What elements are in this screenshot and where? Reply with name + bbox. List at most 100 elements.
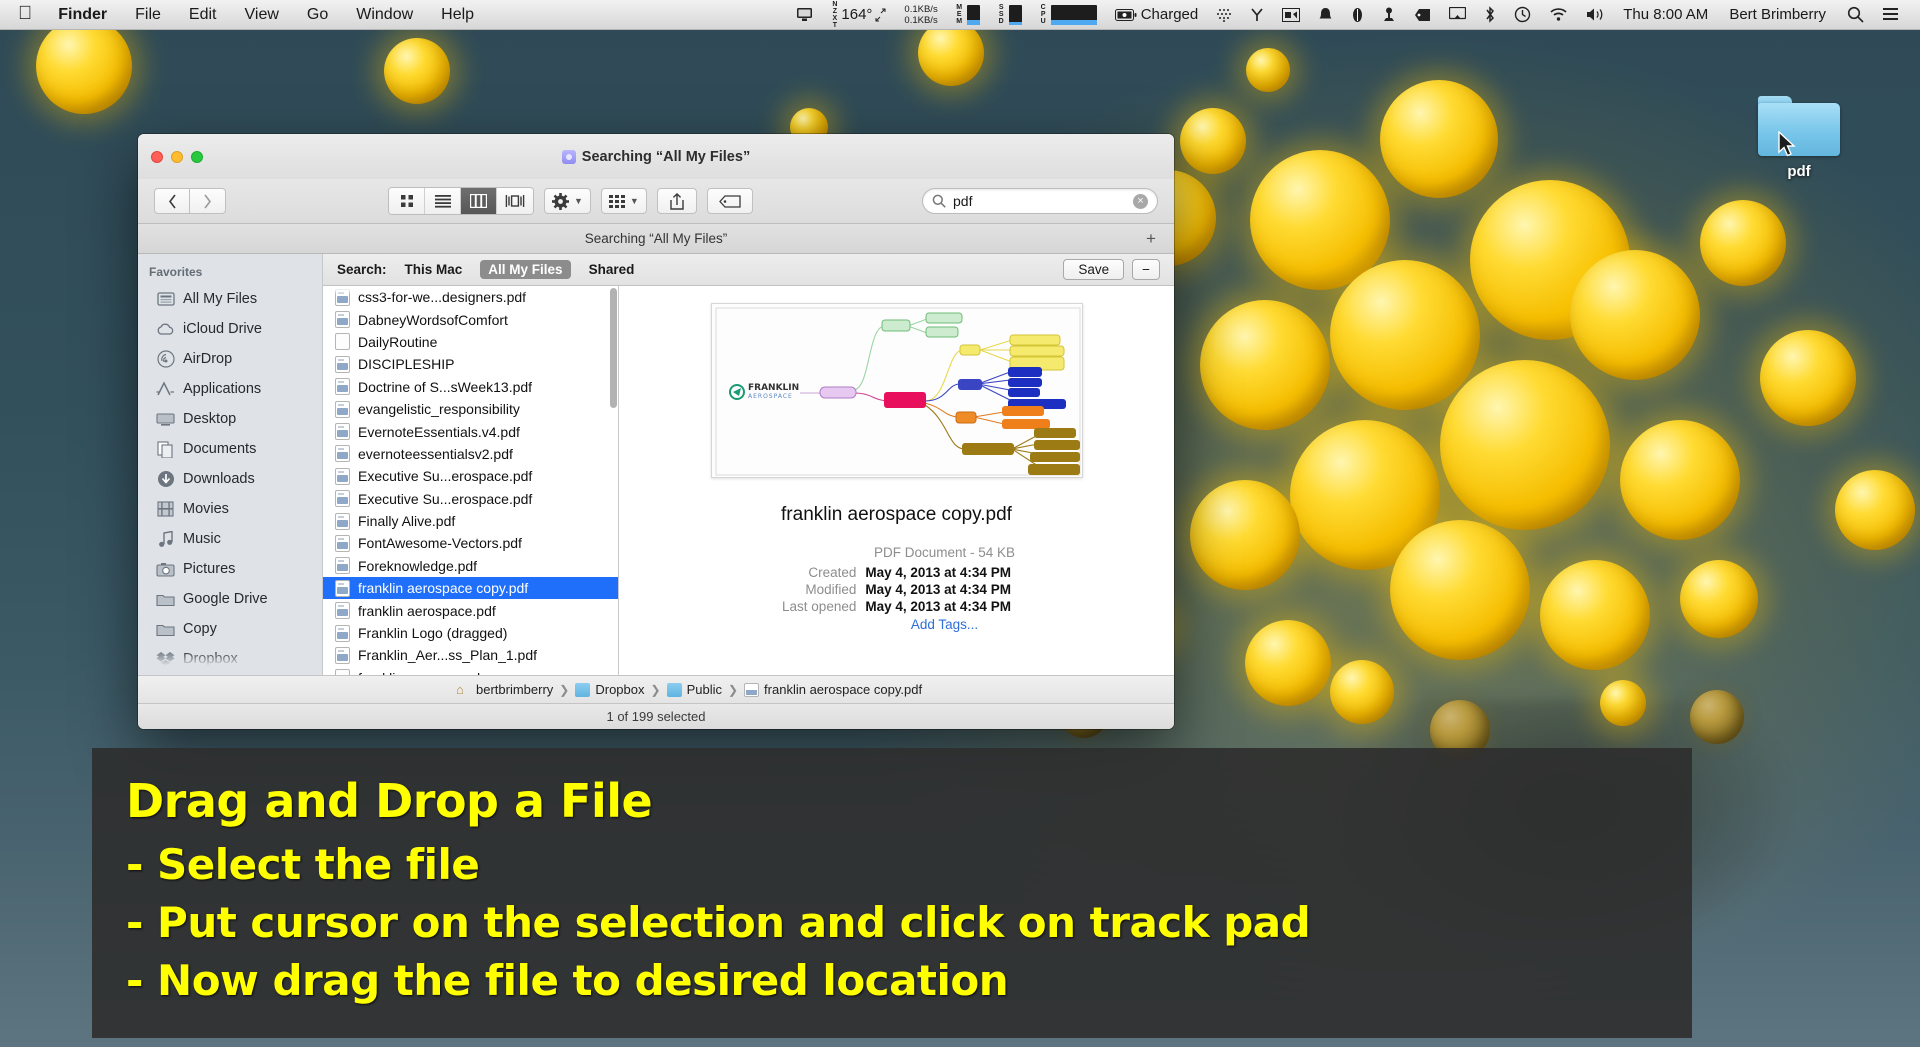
table-row[interactable]: evangelistic_responsibility — [323, 398, 618, 420]
menu-item-edit[interactable]: Edit — [175, 0, 231, 30]
ssd-meter[interactable]: SSD — [989, 4, 1031, 25]
decorative-bubble — [36, 18, 132, 114]
cpu-meter[interactable]: CPU — [1031, 4, 1106, 25]
airplay-icon[interactable] — [1440, 7, 1475, 22]
cover-flow-view-button[interactable] — [497, 188, 533, 214]
table-row[interactable]: Doctrine of S...sWeek13.pdf — [323, 376, 618, 398]
icon-view-button[interactable] — [389, 188, 425, 214]
menu-bar-clock[interactable]: Thu 8:00 AM — [1614, 0, 1717, 30]
breadcrumb-item-file[interactable]: franklin aerospace copy.pdf — [744, 682, 922, 697]
sidebar-item-label: Movies — [183, 501, 229, 517]
metadata-value: May 4, 2013 at 4:34 PM — [865, 582, 1011, 597]
table-row[interactable]: franklinaerospace.doc — [323, 667, 618, 675]
sidebar-item-copy[interactable]: Copy — [138, 614, 322, 644]
remove-search-criteria-button[interactable]: − — [1132, 259, 1160, 280]
sidebar-item-downloads[interactable]: Downloads — [138, 464, 322, 494]
lamp-icon[interactable] — [1373, 7, 1405, 23]
forward-button[interactable] — [190, 188, 226, 214]
sidebar-item-all-my-files[interactable]: All My Files — [138, 284, 322, 314]
menu-item-view[interactable]: View — [231, 0, 293, 30]
notification-center-icon[interactable] — [1873, 7, 1908, 22]
table-row[interactable]: FontAwesome-Vectors.pdf — [323, 532, 618, 554]
facetime-camera-icon[interactable] — [1273, 7, 1309, 22]
file-list-column[interactable]: css3-for-we...designers.pdf DabneyWordso… — [323, 286, 619, 675]
bluetooth-glyph — [1486, 6, 1495, 23]
scope-this-mac[interactable]: This Mac — [397, 260, 471, 279]
sidebar-item-icloud-drive[interactable]: iCloud Drive — [138, 314, 322, 344]
sidebar-item-applications[interactable]: Applications — [138, 374, 322, 404]
finder-window[interactable]: Searching “All My Files” ▼ ▼ pdf × Searc… — [138, 134, 1174, 729]
time-machine-icon[interactable] — [1505, 6, 1540, 23]
search-input[interactable]: pdf × — [922, 188, 1158, 214]
spotlight-search-icon[interactable] — [1838, 6, 1873, 23]
menu-item-help[interactable]: Help — [427, 0, 488, 30]
leaf-icon[interactable] — [1342, 7, 1373, 23]
volume-icon[interactable] — [1577, 7, 1614, 22]
sidebar-item-pictures[interactable]: Pictures — [138, 554, 322, 584]
plus-icon[interactable]: + — [1140, 228, 1162, 250]
menu-bar-user-name[interactable]: Bert Brimberry — [1717, 0, 1838, 30]
sidebar-item-documents[interactable]: Documents — [138, 434, 322, 464]
file-list: css3-for-we...designers.pdf DabneyWordso… — [323, 286, 618, 675]
back-button[interactable] — [154, 188, 190, 214]
desktop-folder-pdf[interactable]: pdf — [1740, 96, 1858, 180]
antenna-icon[interactable] — [1241, 7, 1273, 23]
temperature-status[interactable]: NZXT 164° — [822, 0, 895, 30]
menu-item-finder[interactable]: Finder — [44, 0, 121, 30]
menu-item-file[interactable]: File — [121, 0, 175, 30]
network-speed-status[interactable]: 0.1KB/s 0.1KB/s — [895, 4, 946, 26]
breadcrumb-item-dropbox[interactable]: Dropbox — [575, 682, 645, 697]
menu-item-go[interactable]: Go — [293, 0, 342, 30]
tag-icon — [718, 194, 741, 208]
pictures-icon — [156, 560, 175, 579]
menu-item-window[interactable]: Window — [342, 0, 427, 30]
grid-dots-icon[interactable] — [1207, 7, 1241, 23]
wifi-icon[interactable] — [1540, 7, 1577, 22]
finder-title-bar[interactable]: Searching “All My Files” — [138, 134, 1174, 179]
bell-icon[interactable] — [1309, 7, 1342, 23]
table-row[interactable]: DabneyWordsofComfort — [323, 308, 618, 330]
table-row[interactable]: Franklin_Aer...ss_Plan_1.pdf — [323, 644, 618, 666]
battery-status[interactable]: Charged — [1106, 0, 1208, 30]
action-menu-button[interactable]: ▼ — [544, 188, 591, 214]
file-name: Executive Su...erospace.pdf — [358, 490, 533, 507]
breadcrumb-item-home[interactable]: ⌂ bertbrimberry — [456, 682, 553, 697]
table-row[interactable]: Foreknowledge.pdf — [323, 555, 618, 577]
sidebar-item-music[interactable]: Music — [138, 524, 322, 554]
tag-icon[interactable] — [1405, 8, 1440, 22]
sidebar-item-google-drive[interactable]: Google Drive — [138, 584, 322, 614]
scope-all-my-files[interactable]: All My Files — [480, 260, 571, 279]
table-row[interactable]: DISCIPLESHIP — [323, 353, 618, 375]
table-row[interactable]: Franklin Logo (dragged) — [323, 622, 618, 644]
table-row[interactable]: Finally Alive.pdf — [323, 510, 618, 532]
bluetooth-icon[interactable] — [1475, 6, 1505, 23]
sidebar-item-desktop[interactable]: Desktop — [138, 404, 322, 434]
table-row[interactable]: Executive Su...erospace.pdf — [323, 465, 618, 487]
arrange-menu-button[interactable]: ▼ — [600, 188, 647, 214]
share-button[interactable] — [656, 188, 697, 214]
table-row[interactable]: EvernoteEssentials.v4.pdf — [323, 420, 618, 442]
table-row[interactable]: Executive Su...erospace.pdf — [323, 488, 618, 510]
sidebar-item-movies[interactable]: Movies — [138, 494, 322, 524]
network-upload-speed: 0.1KB/s — [904, 3, 938, 15]
sidebar-item-airdrop[interactable]: AirDrop — [138, 344, 322, 374]
pdf-file-icon — [335, 624, 350, 642]
column-view-button[interactable] — [461, 188, 497, 214]
add-tags-link[interactable]: Add Tags... — [815, 617, 978, 632]
save-search-button[interactable]: Save — [1063, 259, 1125, 280]
breadcrumb-item-public[interactable]: Public — [666, 682, 722, 697]
tags-button[interactable] — [706, 188, 753, 214]
apple-menu-icon[interactable]:  — [14, 0, 44, 30]
list-view-button[interactable] — [425, 188, 461, 214]
file-list-scrollbar[interactable] — [610, 288, 617, 408]
scope-shared[interactable]: Shared — [581, 260, 643, 279]
table-row-selected[interactable]: franklin aerospace copy.pdf — [323, 577, 618, 600]
table-row[interactable]: franklin aerospace.pdf — [323, 599, 618, 621]
memory-meter[interactable]: MEM — [947, 4, 989, 25]
file-thumbnail: FRANKLIN AEROSPACE — [710, 303, 1083, 478]
tab-label[interactable]: Searching “All My Files” — [585, 231, 728, 246]
table-row[interactable]: DailyRoutine — [323, 331, 618, 353]
clear-x-icon[interactable]: × — [1133, 193, 1148, 209]
display-monitor-icon[interactable] — [787, 7, 822, 22]
table-row[interactable]: evernoteessentialsv2.pdf — [323, 443, 618, 465]
